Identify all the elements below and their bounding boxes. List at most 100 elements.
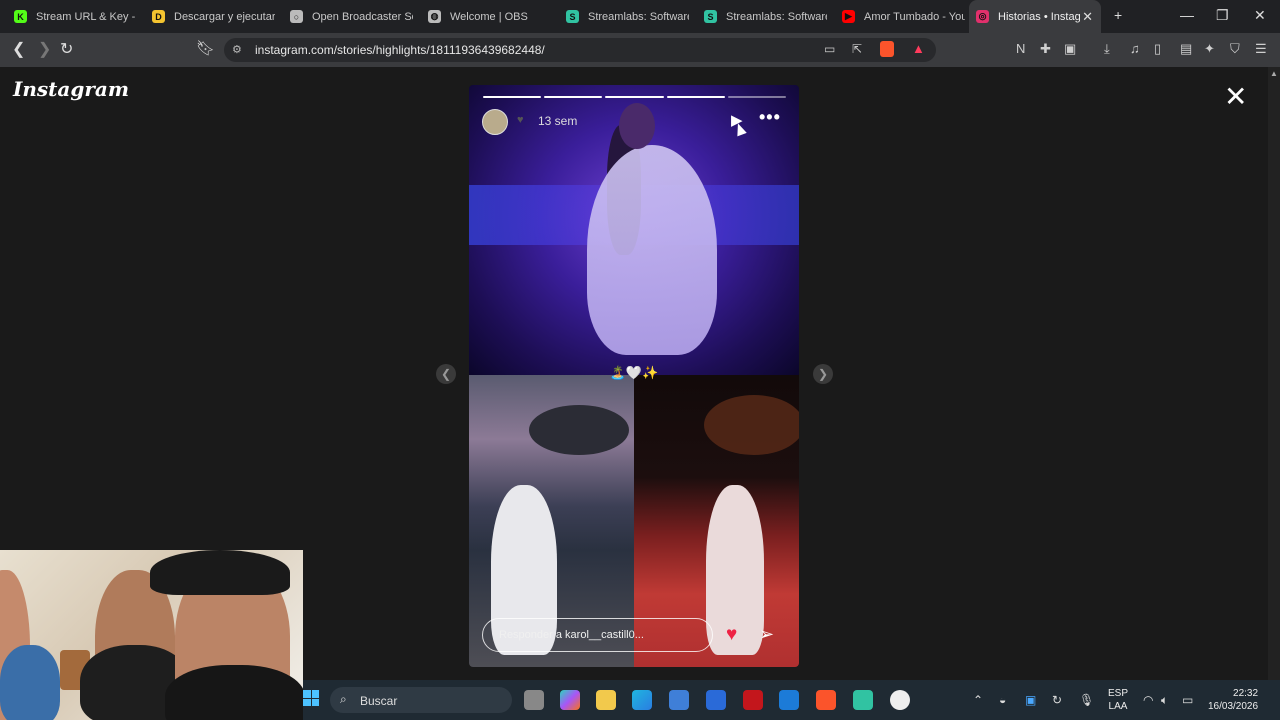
show-hidden-icons[interactable]: ⌃	[973, 693, 983, 707]
battery-icon[interactable]: ▭	[1182, 693, 1193, 707]
url-text: instagram.com/stories/highlights/1811193…	[255, 43, 545, 57]
send-icon[interactable]: ➢	[759, 624, 774, 645]
task-view-icon[interactable]	[524, 690, 544, 710]
doc-icon: D	[152, 10, 165, 23]
instagram-icon: ◎	[976, 10, 989, 23]
forward-button[interactable]: ❯	[38, 39, 51, 59]
more-options-icon[interactable]: •••	[759, 107, 781, 128]
tab-strip: K Stream URL & Key - K D Descargar y ejecut…	[0, 0, 1280, 33]
shirt	[165, 665, 303, 720]
white-dress	[587, 145, 717, 355]
story-photo-top	[469, 85, 799, 375]
scroll-up-icon[interactable]: ▲	[1270, 69, 1278, 78]
streamlabs-icon[interactable]	[853, 690, 873, 710]
tab-1[interactable]: K Stream URL & Key - K	[7, 0, 137, 33]
volume-icon[interactable]: 🔈︎	[1161, 693, 1168, 708]
brave-shields-icon[interactable]	[880, 41, 894, 57]
tab-7[interactable]: ▶ Amor Tumbado - You	[835, 0, 965, 33]
page-scrollbar[interactable]: ▲	[1268, 67, 1280, 680]
reply-input[interactable]: Responder a karol__castill0...	[482, 618, 713, 652]
brave-rewards-icon[interactable]: ▲	[912, 41, 925, 56]
outlook-icon[interactable]	[779, 690, 799, 710]
store-icon[interactable]	[669, 690, 689, 710]
sync-icon[interactable]: ↻	[1052, 693, 1062, 707]
new-tab-button[interactable]: +	[1114, 7, 1122, 23]
sidebar-icon[interactable]: ▯	[1154, 41, 1161, 57]
bookmark-icon[interactable]: 🔖︎	[196, 39, 215, 57]
taskbar-clock[interactable]: 22:32 16/03/2026	[1208, 687, 1258, 713]
github-icon: ○	[290, 10, 303, 23]
avatar[interactable]	[482, 109, 508, 135]
search-icon: ⌕	[340, 692, 347, 706]
obs-icon[interactable]	[890, 690, 910, 710]
like-heart-icon[interactable]: ♥	[726, 624, 737, 646]
close-story-button[interactable]: ✕	[1224, 83, 1247, 111]
download-icon[interactable]: ⤓	[1104, 41, 1110, 57]
clock-time: 22:32	[1233, 688, 1259, 699]
progress-segment	[483, 96, 542, 98]
cloud	[529, 405, 629, 455]
back-button[interactable]: ❮	[12, 39, 25, 59]
instagram-logo[interactable]: Instagram	[13, 77, 129, 101]
story-viewer[interactable]: 🏝️🤍✨ ♥ 13 sem ▶ ••• Responder a karol__c…	[469, 85, 799, 667]
streamlabs-icon: S	[566, 10, 579, 23]
tab-5[interactable]: S Streamlabs: Software	[559, 0, 689, 33]
tab-3[interactable]: ○ Open Broadcaster Sof	[283, 0, 413, 33]
leo-ai-icon[interactable]: ✦	[1204, 41, 1215, 57]
tab-title: Stream URL & Key - K	[36, 10, 137, 23]
tab-4[interactable]: ◍ Welcome | OBS	[421, 0, 551, 33]
extension-n-icon[interactable]: N	[1016, 41, 1025, 56]
progress-segment	[605, 96, 664, 98]
tray-app-icon[interactable]: ▣	[1025, 693, 1036, 707]
keyboard-layout: LAA	[1108, 701, 1128, 712]
previous-story-button[interactable]: ❮	[436, 364, 456, 384]
tab-title: Welcome | OBS	[450, 10, 528, 23]
taskbar-search[interactable]: ⌕ Buscar	[330, 687, 512, 713]
next-story-button[interactable]: ❯	[813, 364, 833, 384]
search-label: Buscar	[360, 694, 398, 708]
reply-placeholder: Responder a karol__castill0...	[499, 629, 644, 641]
tab-8[interactable]: ◎ Historias • Instag ✕	[969, 0, 1101, 33]
site-settings-icon[interactable]: ⚙	[232, 43, 242, 56]
menu-icon[interactable]: ☰	[1255, 41, 1267, 57]
close-window-button[interactable]: ✕	[1254, 7, 1266, 24]
file-explorer-icon[interactable]	[596, 690, 616, 710]
story-timestamp: 13 sem	[538, 114, 578, 128]
brave-icon[interactable]	[816, 690, 836, 710]
screenshot-icon[interactable]: ▣	[1064, 41, 1076, 57]
progress-segment	[544, 96, 603, 98]
music-icon[interactable]: ♫	[1130, 41, 1140, 56]
address-bar[interactable]: ⚙ instagram.com/stories/highlights/18111…	[224, 38, 936, 62]
mcafee-icon[interactable]	[743, 690, 763, 710]
tab-2[interactable]: D Descargar y ejecutar	[145, 0, 275, 33]
close-tab-icon[interactable]: ✕	[1082, 9, 1093, 25]
windows-start-icon[interactable]	[303, 690, 319, 706]
clock-date: 16/03/2026	[1208, 701, 1259, 712]
copilot-icon[interactable]	[560, 690, 580, 710]
edge-icon[interactable]	[632, 690, 652, 710]
palm-leaves	[704, 395, 799, 455]
microphone-icon[interactable]: 🎙︎	[1079, 693, 1094, 707]
wifi-icon[interactable]: ◠	[1143, 693, 1153, 707]
globe-icon: ◍	[428, 10, 441, 23]
language-indicator[interactable]: ESP LAA	[1108, 687, 1128, 713]
head	[619, 103, 655, 149]
reload-button[interactable]: ↻	[60, 39, 73, 59]
tab-title: Streamlabs: Software	[726, 10, 827, 23]
minimize-button[interactable]: —	[1180, 7, 1194, 23]
streamlabs-icon: S	[704, 10, 717, 23]
shirt	[0, 645, 60, 720]
tab-6[interactable]: S Streamlabs: Software	[697, 0, 827, 33]
app-icon[interactable]	[706, 690, 726, 710]
youtube-icon: ▶	[842, 10, 855, 23]
tab-title: Amor Tumbado - You	[864, 10, 965, 23]
wallet-icon[interactable]: ▤	[1180, 41, 1192, 57]
share-icon[interactable]: ⇱	[852, 42, 862, 56]
kick-icon: K	[14, 10, 27, 23]
extensions-icon[interactable]: ✚	[1040, 41, 1051, 57]
vpn-icon[interactable]: ⛉	[1230, 41, 1240, 57]
cast-icon[interactable]: ▭	[824, 42, 835, 56]
maximize-button[interactable]: ❐	[1216, 7, 1229, 24]
close-friends-heart-icon: ♥	[517, 114, 524, 126]
tray-app-icon[interactable]: ◒	[999, 693, 1006, 707]
